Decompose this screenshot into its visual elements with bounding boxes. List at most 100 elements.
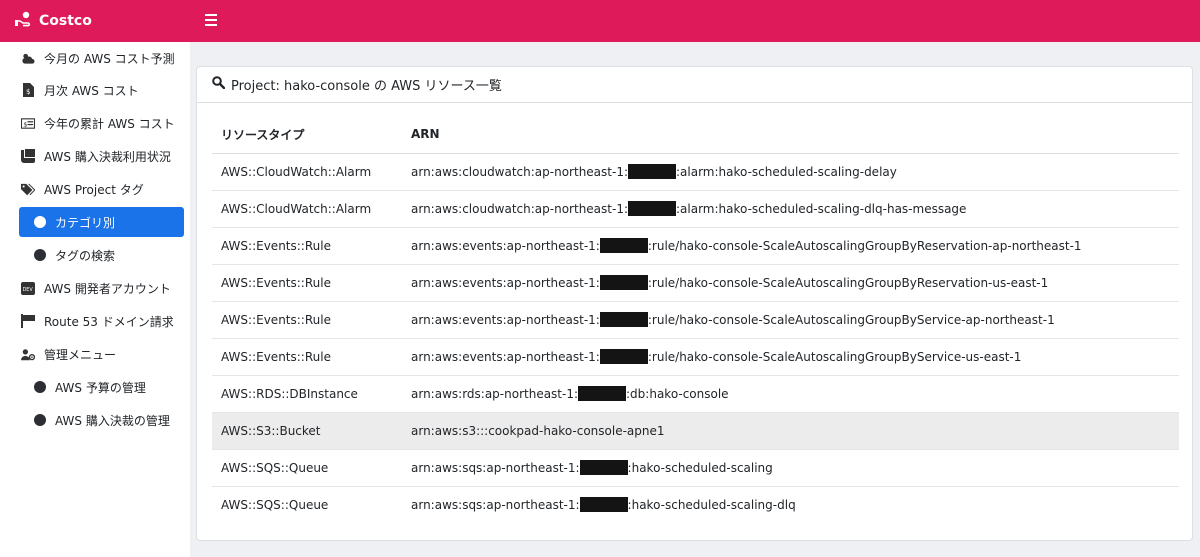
sidebar-item-purchase-approval[interactable]: AWS 購入決裁利用状況 <box>19 141 184 171</box>
redacted-account-id <box>579 460 628 475</box>
sidebar-item-ytd-cost[interactable]: $ 今年の累計 AWS コスト <box>19 108 184 138</box>
resource-type-cell: AWS::Events::Rule <box>212 263 402 301</box>
circle-icon <box>34 249 46 261</box>
search-icon <box>212 76 226 93</box>
arn-prefix: arn:aws:cloudwatch:ap-northeast-1: <box>411 202 628 216</box>
users-cog-icon <box>21 347 35 361</box>
redacted-account-id <box>578 386 627 401</box>
sidebar: 今月の AWS コスト予測 $ 月次 AWS コスト $ 今年の累計 AWS コ… <box>0 42 190 557</box>
dev-icon: DEV <box>21 281 35 295</box>
arn-cell: arn:aws:rds:ap-northeast-1: :db:hako-cons… <box>402 374 1179 412</box>
column-header-type: リソースタイプ <box>212 116 402 154</box>
arn-prefix: arn:aws:rds:ap-northeast-1: <box>411 387 579 401</box>
sidebar-item-admin-menu[interactable]: 管理メニュー <box>19 339 184 369</box>
arn-suffix: :alarm:hako-scheduled-scaling-delay <box>676 165 897 179</box>
arn-cell: arn:aws:sqs:ap-northeast-1: :hako-schedul… <box>402 448 1179 486</box>
svg-text:$: $ <box>26 88 30 96</box>
sidebar-item-label: 管理メニュー <box>44 347 117 362</box>
sidebar-item-route53[interactable]: Route 53 ドメイン請求 <box>19 306 184 336</box>
receipt-icon <box>21 149 35 163</box>
app-title: Costco <box>39 13 92 29</box>
table-row: AWS::CloudWatch::Alarm arn:aws:cloudwatch… <box>212 152 1179 190</box>
resource-type-cell: AWS::S3::Bucket <box>212 411 402 449</box>
redacted-account-id <box>599 349 648 364</box>
sidebar-item-tag-search[interactable]: タグの検索 <box>19 240 184 270</box>
redacted-account-id <box>599 312 648 327</box>
sidebar-item-dev-accounts[interactable]: DEV AWS 開発者アカウント <box>19 273 184 303</box>
arn-suffix: :rule/hako-console-ScaleAutoscalingGroup… <box>647 239 1082 253</box>
file-invoice-icon: $ <box>21 83 35 97</box>
sidebar-item-by-category[interactable]: カテゴリ別 <box>19 207 184 237</box>
sidebar-item-cost-forecast[interactable]: 今月の AWS コスト予測 <box>19 43 184 73</box>
arn-prefix: arn:aws:events:ap-northeast-1: <box>411 239 600 253</box>
arn-cell: arn:aws:events:ap-northeast-1: :rule/hako… <box>402 337 1179 375</box>
arn-prefix: arn:aws:sqs:ap-northeast-1: <box>411 498 580 513</box>
table-row: AWS::S3::Bucket arn:aws:s3:::cookpad-hako… <box>212 411 1179 449</box>
arn-suffix: :rule/hako-console-ScaleAutoscalingGroup… <box>647 313 1055 327</box>
table-row: AWS::Events::Rule arn:aws:events:ap-north… <box>212 226 1179 264</box>
arn-cell: arn:aws:events:ap-northeast-1: :rule/hako… <box>402 263 1179 301</box>
top-bar: Costco <box>0 0 1200 42</box>
resource-card: Project: hako-console の AWS リソース一覧 リソースタ… <box>196 66 1193 541</box>
tags-icon <box>21 182 35 196</box>
table-row: AWS::Events::Rule arn:aws:events:ap-north… <box>212 263 1179 301</box>
table-row: AWS::Events::Rule arn:aws:events:ap-north… <box>212 300 1179 338</box>
arn-prefix: arn:aws:sqs:ap-northeast-1: <box>411 461 580 475</box>
resource-type-cell: AWS::RDS::DBInstance <box>212 374 402 412</box>
table-row: AWS::CloudWatch::Alarm arn:aws:cloudwatch… <box>212 189 1179 227</box>
resource-type-cell: AWS::SQS::Queue <box>212 485 402 523</box>
sidebar-item-label: タグの検索 <box>55 248 116 263</box>
sidebar-item-budget-admin[interactable]: AWS 予算の管理 <box>19 372 184 402</box>
resource-type-cell: AWS::Events::Rule <box>212 300 402 338</box>
arn-prefix: arn:aws:s3:::cookpad-hako-console-apne1 <box>411 423 665 438</box>
table-header-row: リソースタイプ ARN <box>212 116 1179 154</box>
sidebar-item-label: Route 53 ドメイン請求 <box>44 314 174 329</box>
sidebar-item-label: AWS 予算の管理 <box>55 380 146 395</box>
resource-type-cell: AWS::SQS::Queue <box>212 448 402 486</box>
sidebar-item-label: 月次 AWS コスト <box>44 83 139 98</box>
card-header: Project: hako-console の AWS リソース一覧 <box>197 67 1192 103</box>
sidebar-item-label: カテゴリ別 <box>55 215 116 230</box>
menu-toggle-button[interactable] <box>205 12 219 28</box>
sidebar-item-label: AWS 開発者アカウント <box>44 281 171 296</box>
arn-suffix: :hako-scheduled-scaling <box>627 461 773 475</box>
arn-cell: arn:aws:sqs:ap-northeast-1: :hako-schedul… <box>402 485 1179 523</box>
circle-icon <box>34 414 46 426</box>
arn-suffix: :db:hako-console <box>626 387 729 401</box>
arn-prefix: arn:aws:events:ap-northeast-1: <box>411 313 600 327</box>
arn-suffix: :rule/hako-console-ScaleAutoscalingGroup… <box>647 350 1022 364</box>
brand[interactable]: Costco <box>15 0 92 42</box>
sidebar-item-label: AWS 購入決裁の管理 <box>55 413 170 428</box>
arn-suffix: :rule/hako-console-ScaleAutoscalingGroup… <box>647 276 1049 290</box>
page-title: Project: hako-console の AWS リソース一覧 <box>231 79 502 94</box>
arn-cell: arn:aws:s3:::cookpad-hako-console-apne1 <box>402 411 1179 449</box>
sidebar-item-approval-admin[interactable]: AWS 購入決裁の管理 <box>19 405 184 435</box>
cloud-sun-icon <box>21 51 35 65</box>
arn-cell: arn:aws:cloudwatch:ap-northeast-1: :alarm… <box>402 189 1179 227</box>
sidebar-item-project-tags[interactable]: AWS Project タグ <box>19 174 184 204</box>
sidebar-item-label: AWS 購入決裁利用状況 <box>44 149 171 164</box>
circle-icon <box>34 216 46 228</box>
sidebar-item-label: 今月の AWS コスト予測 <box>44 51 175 66</box>
arn-prefix: arn:aws:events:ap-northeast-1: <box>411 276 600 290</box>
money-bill-icon: $ <box>21 116 35 130</box>
resource-type-cell: AWS::CloudWatch::Alarm <box>212 189 402 227</box>
sidebar-item-label: AWS Project タグ <box>44 182 144 197</box>
arn-suffix: :alarm:hako-scheduled-scaling-dlq-has-me… <box>676 202 967 216</box>
redacted-account-id <box>628 201 676 216</box>
arn-prefix: arn:aws:events:ap-northeast-1: <box>411 350 600 364</box>
table-row: AWS::RDS::DBInstance arn:aws:rds:ap-north… <box>212 374 1179 412</box>
resource-table: リソースタイプ ARN AWS::CloudWatch::Alarm arn:aw… <box>212 116 1179 523</box>
table-row: AWS::SQS::Queue arn:aws:sqs:ap-northeast-… <box>212 485 1179 523</box>
redacted-account-id <box>628 164 676 179</box>
resource-type-cell: AWS::Events::Rule <box>212 337 402 375</box>
sidebar-item-monthly-cost[interactable]: $ 月次 AWS コスト <box>19 75 184 105</box>
redacted-account-id <box>599 238 648 253</box>
arn-cell: arn:aws:cloudwatch:ap-northeast-1::alarm… <box>402 152 1179 190</box>
arn-cell: arn:aws:events:ap-northeast-1: :rule/hako… <box>402 226 1179 264</box>
circle-icon <box>34 381 46 393</box>
svg-text:$: $ <box>23 120 27 128</box>
table-row: AWS::Events::Rule arn:aws:events:ap-north… <box>212 337 1179 375</box>
hand-holding-usd-icon <box>15 11 33 31</box>
arn-suffix: :hako-scheduled-scaling-dlq <box>627 498 796 513</box>
